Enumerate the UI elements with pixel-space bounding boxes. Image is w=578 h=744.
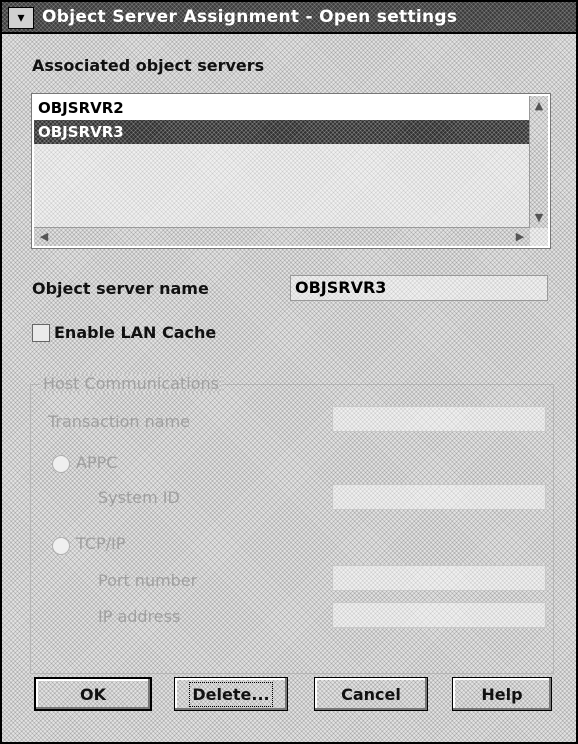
- system-id-label: System ID: [98, 488, 180, 507]
- scroll-right-icon[interactable]: ▶: [512, 229, 528, 245]
- associated-servers-label: Associated object servers: [32, 56, 265, 75]
- list-item[interactable]: OBJSRVR2: [34, 96, 530, 120]
- enable-lan-cache-label[interactable]: Enable LAN Cache: [54, 323, 216, 342]
- port-number-field[interactable]: [332, 565, 546, 591]
- object-server-name-label: Object server name: [32, 279, 209, 298]
- horizontal-scrollbar[interactable]: ◀ ▶: [34, 227, 530, 246]
- help-button-label: Help: [481, 684, 523, 704]
- scroll-down-icon[interactable]: ▼: [531, 210, 547, 226]
- title-bar[interactable]: ▾ Object Server Assignment - Open settin…: [2, 2, 576, 34]
- system-menu-icon[interactable]: ▾: [8, 7, 34, 29]
- dialog-client-area: Associated object servers OBJSRVR2 OBJSR…: [2, 34, 576, 742]
- delete-button[interactable]: Delete...: [174, 677, 288, 711]
- window-title: Object Server Assignment - Open settings: [42, 7, 458, 27]
- system-id-field[interactable]: [332, 484, 546, 510]
- ok-button[interactable]: OK: [34, 677, 152, 711]
- settings-dialog: ▾ Object Server Assignment - Open settin…: [0, 0, 578, 744]
- ip-address-label: IP address: [98, 607, 181, 626]
- port-number-label: Port number: [98, 571, 198, 590]
- list-item-selected[interactable]: OBJSRVR3: [34, 120, 530, 144]
- associated-servers-listbox[interactable]: OBJSRVR2 OBJSRVR3 ▲ ▼ ◀ ▶: [31, 93, 551, 249]
- transaction-name-field[interactable]: [332, 406, 546, 432]
- vertical-scrollbar[interactable]: ▲ ▼: [529, 96, 548, 228]
- delete-button-label: Delete...: [189, 681, 273, 707]
- tcpip-label[interactable]: TCP/IP: [76, 534, 125, 553]
- host-communications-label: Host Communications: [40, 374, 222, 393]
- scroll-left-icon[interactable]: ◀: [36, 229, 52, 245]
- object-server-name-field[interactable]: OBJSRVR3: [290, 275, 548, 301]
- cancel-button-label: Cancel: [341, 684, 401, 704]
- appc-radio[interactable]: [52, 455, 70, 473]
- scroll-up-icon[interactable]: ▲: [531, 98, 547, 114]
- ok-button-label: OK: [80, 684, 106, 704]
- transaction-name-label: Transaction name: [48, 412, 190, 431]
- tcpip-radio[interactable]: [52, 537, 70, 555]
- appc-label[interactable]: APPC: [76, 453, 117, 472]
- help-button[interactable]: Help: [452, 677, 552, 711]
- cancel-button[interactable]: Cancel: [314, 677, 428, 711]
- ip-address-field[interactable]: [332, 602, 546, 628]
- enable-lan-cache-checkbox[interactable]: [32, 324, 50, 342]
